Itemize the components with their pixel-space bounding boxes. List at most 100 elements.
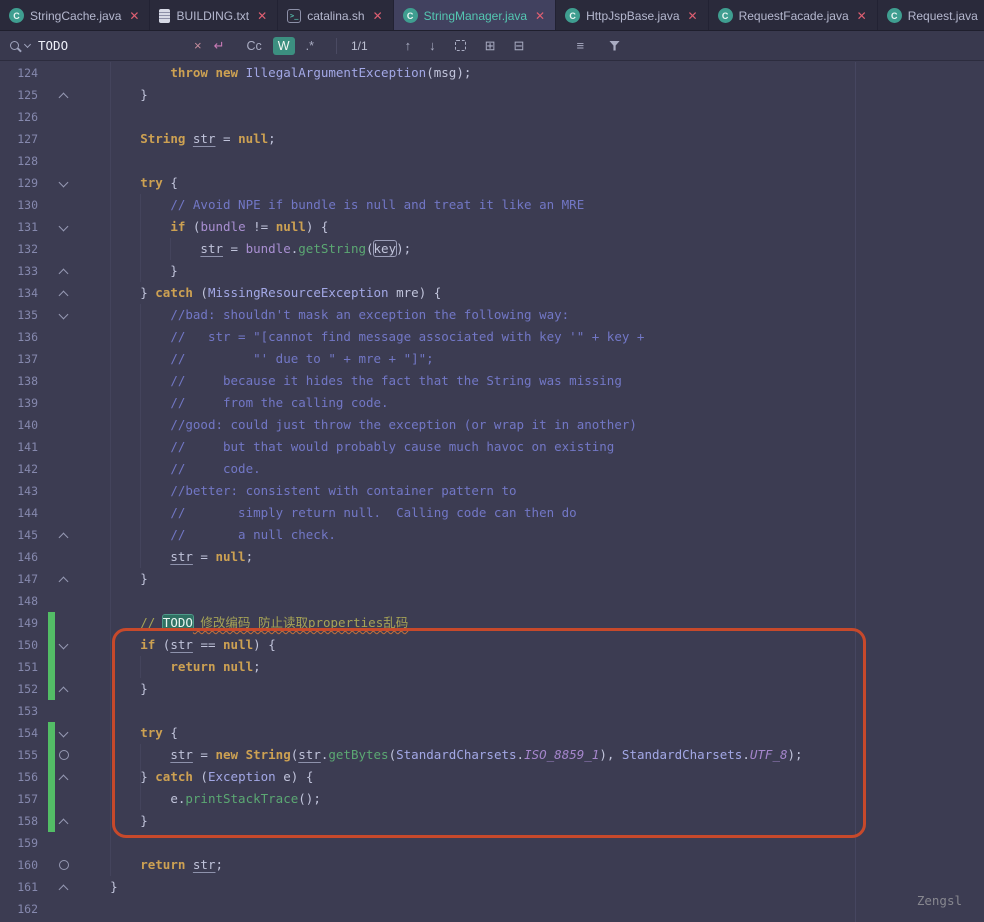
code-token: .: [742, 747, 750, 762]
line-number[interactable]: 129: [0, 172, 42, 194]
close-tab-icon[interactable]: ✕: [373, 10, 383, 22]
line-number[interactable]: 130: [0, 194, 42, 216]
vcs-change-bar[interactable]: [48, 744, 55, 766]
line-number[interactable]: 142: [0, 458, 42, 480]
code-text: } catch (MissingResourceException mre) {: [73, 282, 441, 304]
editor-tab[interactable]: BUILDING.txt✕: [150, 0, 278, 31]
vcs-change-bar[interactable]: [48, 634, 55, 656]
gutter-circle-icon[interactable]: [55, 744, 73, 766]
fold-end-icon[interactable]: [55, 568, 73, 590]
search-icon[interactable]: [10, 41, 30, 50]
add-occurrence-button[interactable]: ⊞: [476, 38, 505, 54]
line-number[interactable]: 149: [0, 612, 42, 634]
line-number[interactable]: 144: [0, 502, 42, 524]
editor-tab[interactable]: CRequest.java✕: [878, 0, 984, 31]
vcs-change-bar[interactable]: [48, 722, 55, 744]
line-number[interactable]: 139: [0, 392, 42, 414]
line-number[interactable]: 156: [0, 766, 42, 788]
newline-icon[interactable]: ↵: [208, 38, 231, 54]
line-number[interactable]: 161: [0, 876, 42, 898]
line-number[interactable]: 154: [0, 722, 42, 744]
line-number[interactable]: 158: [0, 810, 42, 832]
line-number[interactable]: 152: [0, 678, 42, 700]
line-number[interactable]: 147: [0, 568, 42, 590]
line-number[interactable]: 126: [0, 106, 42, 128]
editor-pane[interactable]: 124 throw new IllegalArgumentException(m…: [0, 62, 984, 922]
line-number[interactable]: 135: [0, 304, 42, 326]
clear-search-icon[interactable]: ×: [188, 38, 208, 53]
prev-match-button[interactable]: ↑: [396, 38, 421, 53]
close-tab-icon[interactable]: ✕: [257, 10, 267, 22]
editor-tab[interactable]: CStringManager.java✕: [394, 0, 556, 31]
line-number[interactable]: 137: [0, 348, 42, 370]
fold-end-icon[interactable]: [55, 766, 73, 788]
editor-tab[interactable]: >_catalina.sh✕: [278, 0, 393, 31]
find-in-selection-button[interactable]: [455, 40, 466, 51]
line-number[interactable]: 140: [0, 414, 42, 436]
line-number[interactable]: 124: [0, 62, 42, 84]
vcs-change-bar[interactable]: [48, 810, 55, 832]
line-number[interactable]: 133: [0, 260, 42, 282]
line-number[interactable]: 127: [0, 128, 42, 150]
line-number[interactable]: 151: [0, 656, 42, 678]
fold-end-icon[interactable]: [55, 260, 73, 282]
line-number[interactable]: 134: [0, 282, 42, 304]
search-options-button[interactable]: ≡: [567, 38, 593, 53]
fold-end-icon[interactable]: [55, 810, 73, 832]
line-number[interactable]: 146: [0, 546, 42, 568]
fold-end-icon[interactable]: [55, 84, 73, 106]
code-token: [80, 483, 170, 498]
gutter-circle-icon[interactable]: [55, 854, 73, 876]
fold-end-icon[interactable]: [55, 282, 73, 304]
code-text: }: [73, 260, 178, 282]
regex-button[interactable]: .*: [301, 37, 319, 55]
line-number[interactable]: 145: [0, 524, 42, 546]
editor-tab[interactable]: CStringCache.java✕: [0, 0, 150, 31]
fold-start-icon[interactable]: [55, 722, 73, 744]
line-number[interactable]: 159: [0, 832, 42, 854]
line-number[interactable]: 153: [0, 700, 42, 722]
next-match-button[interactable]: ↓: [420, 38, 445, 53]
remove-occurrence-button[interactable]: ⊟: [505, 38, 534, 54]
code-line: 149 // TODO 修改编码 防止读取properties乱码: [0, 612, 984, 634]
line-number[interactable]: 143: [0, 480, 42, 502]
line-number[interactable]: 150: [0, 634, 42, 656]
close-tab-icon[interactable]: ✕: [535, 10, 545, 22]
line-number[interactable]: 138: [0, 370, 42, 392]
fold-start-icon[interactable]: [55, 216, 73, 238]
fold-end-icon[interactable]: [55, 678, 73, 700]
editor-tab[interactable]: CHttpJspBase.java✕: [556, 0, 708, 31]
code-token: [80, 527, 170, 542]
line-number[interactable]: 131: [0, 216, 42, 238]
filter-funnel-button[interactable]: [609, 41, 620, 51]
line-number[interactable]: 128: [0, 150, 42, 172]
match-case-button[interactable]: Cc: [242, 37, 267, 55]
line-number[interactable]: 157: [0, 788, 42, 810]
fold-start-icon[interactable]: [55, 172, 73, 194]
vcs-change-bar[interactable]: [48, 788, 55, 810]
line-number[interactable]: 155: [0, 744, 42, 766]
words-button[interactable]: W: [273, 37, 295, 55]
line-number[interactable]: 162: [0, 898, 42, 920]
close-tab-icon[interactable]: ✕: [129, 10, 139, 22]
vcs-change-bar[interactable]: [48, 766, 55, 788]
vcs-change-bar[interactable]: [48, 656, 55, 678]
line-number[interactable]: 141: [0, 436, 42, 458]
close-tab-icon[interactable]: ✕: [857, 10, 867, 22]
fold-end-icon[interactable]: [55, 876, 73, 898]
search-query-input[interactable]: TODO: [38, 38, 188, 53]
vcs-change-bar[interactable]: [48, 678, 55, 700]
line-number[interactable]: 125: [0, 84, 42, 106]
line-number[interactable]: 160: [0, 854, 42, 876]
editor-tab[interactable]: CRequestFacade.java✕: [709, 0, 878, 31]
fold-end-icon[interactable]: [55, 524, 73, 546]
fold-start-icon[interactable]: [55, 634, 73, 656]
close-tab-icon[interactable]: ✕: [688, 10, 698, 22]
line-number[interactable]: 136: [0, 326, 42, 348]
line-number[interactable]: 148: [0, 590, 42, 612]
code-text: // "' due to " + mre + "]";: [73, 348, 434, 370]
code-token: StandardCharsets: [622, 747, 742, 762]
vcs-change-bar[interactable]: [48, 612, 55, 634]
fold-start-icon[interactable]: [55, 304, 73, 326]
line-number[interactable]: 132: [0, 238, 42, 260]
